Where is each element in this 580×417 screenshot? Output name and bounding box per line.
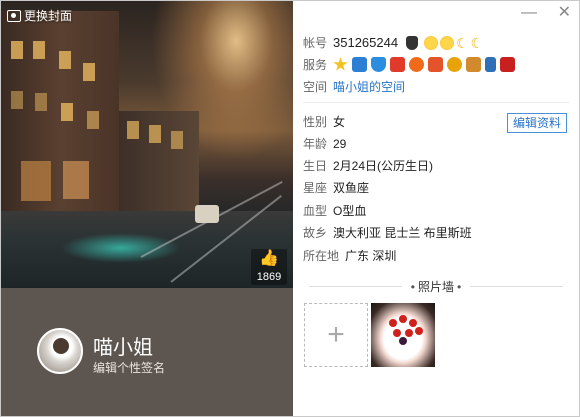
like-button[interactable]: 👍 1869	[251, 249, 287, 285]
moon-icon: ☾	[456, 34, 469, 51]
service-row: 服务	[303, 56, 519, 73]
space-label: 空间	[303, 80, 328, 94]
shield-icon[interactable]	[371, 57, 386, 72]
age-label: 年龄	[303, 137, 328, 151]
minimize-button[interactable]: —	[521, 5, 537, 21]
gender-row: 性别 女	[303, 113, 345, 130]
cover-panel: 更换封面 👍 1869 喵小姐 编辑个性签名	[1, 1, 293, 416]
zodiac-value: 双鱼座	[333, 181, 370, 195]
add-photo-button[interactable]: +	[304, 303, 368, 367]
moon-icon: ☾	[470, 34, 484, 51]
edit-profile-button[interactable]: 编辑资料	[507, 113, 567, 133]
plus-icon: +	[327, 318, 345, 351]
change-cover-button[interactable]: 更换封面	[7, 7, 72, 24]
sun-icon	[440, 35, 455, 50]
photo-wall-title: 照片墙	[418, 280, 455, 294]
nickname: 喵小姐	[93, 337, 153, 359]
penguin-icon	[406, 35, 419, 50]
service-label: 服务	[303, 58, 328, 72]
change-cover-label: 更换封面	[24, 9, 73, 23]
space-link[interactable]: 喵小姐的空间	[333, 78, 405, 95]
pet-icon[interactable]	[466, 57, 481, 72]
close-button[interactable]: ✕	[558, 5, 571, 21]
profile-summary: 喵小姐 编辑个性签名	[1, 288, 293, 416]
gender-value: 女	[333, 115, 346, 129]
photo-thumbnail[interactable]	[371, 303, 435, 367]
coin-icon[interactable]	[447, 57, 462, 72]
camera-icon[interactable]	[352, 57, 367, 72]
age-value: 29	[333, 136, 347, 151]
cover-image[interactable]	[1, 1, 293, 288]
like-count: 1869	[256, 271, 282, 283]
space-row: 空间 喵小姐的空间	[303, 78, 405, 95]
qq-label: 帐号	[303, 36, 328, 50]
divider	[303, 102, 569, 103]
signature-edit[interactable]: 编辑个性签名	[93, 359, 165, 376]
phone-icon[interactable]	[485, 57, 496, 72]
zodiac-label: 星座	[303, 181, 328, 195]
video-icon[interactable]	[390, 57, 405, 72]
location-value: 广东 深圳	[345, 249, 397, 263]
info-panel: — ✕ 帐号 351265244 ☾ ☾ 服务 空间 喵小姐的空间 编辑资料 性…	[293, 1, 579, 416]
hometown-row: 故乡 澳大利亚 昆士兰 布里斯班	[303, 224, 472, 241]
badge-icon[interactable]	[500, 57, 515, 72]
blood-label: 血型	[303, 204, 328, 218]
location-row: 所在地 广东 深圳	[303, 247, 396, 264]
qq-number: 351265244	[333, 35, 399, 50]
gender-label: 性别	[303, 115, 328, 129]
location-label: 所在地	[303, 249, 340, 263]
blood-value: O型血	[333, 204, 367, 218]
birthday-label: 生日	[303, 159, 328, 173]
zodiac-row: 星座 双鱼座	[303, 179, 369, 196]
sun-icon	[424, 35, 439, 50]
hometown-label: 故乡	[303, 226, 328, 240]
music-icon[interactable]	[409, 57, 424, 72]
image-icon	[7, 9, 21, 22]
age-row: 年龄 29	[303, 135, 346, 152]
game-icon[interactable]	[428, 57, 443, 72]
profile-card: 更换封面 👍 1869 喵小姐 编辑个性签名 — ✕ 帐号 351265244 …	[0, 0, 580, 417]
thumbs-up-icon: 👍	[259, 250, 279, 267]
star-icon[interactable]	[333, 57, 348, 71]
birthday-value: 2月24日(公历生日)	[333, 159, 434, 173]
qq-row: 帐号 351265244 ☾ ☾	[303, 34, 483, 51]
birthday-row: 生日 2月24日(公历生日)	[303, 157, 433, 174]
avatar[interactable]	[37, 328, 83, 374]
photo-wall-header: • 照片墙 •	[303, 278, 569, 295]
hometown-value: 澳大利亚 昆士兰 布里斯班	[333, 226, 472, 240]
blood-row: 血型 O型血	[303, 202, 366, 219]
